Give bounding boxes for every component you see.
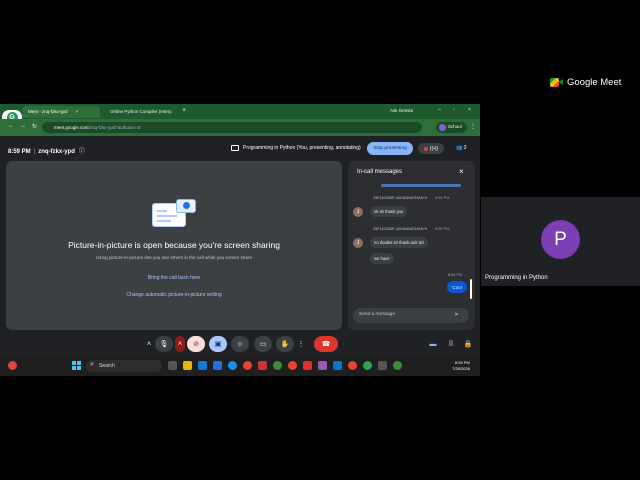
participant-avatar: P xyxy=(541,220,580,259)
maximize-icon[interactable]: ▫ xyxy=(453,107,455,113)
youtube-icon[interactable] xyxy=(303,361,312,370)
minimize-icon[interactable]: – xyxy=(438,107,441,113)
sender-avatar: J xyxy=(353,238,363,248)
google-meet-logo: Google Meet xyxy=(550,77,621,88)
taskbar-clock[interactable]: 8:59 PM 7/28/2026 xyxy=(452,360,470,372)
shared-screen: Meet - znq-fzkx-ypd × Online Python Compi… xyxy=(0,104,480,376)
info-icon[interactable]: ⓘ xyxy=(79,149,85,155)
broadcast-icon: ((•)) xyxy=(429,145,439,152)
chat-title: In-call messages xyxy=(357,169,403,175)
tab-python-label: Online Python Compiler (Interp xyxy=(110,109,172,114)
message-sender: 25F110005P JAGANNATHAN N 8:54 PM xyxy=(373,196,450,200)
menu-icon[interactable]: ⋮ xyxy=(470,123,476,130)
chrome-icon-3[interactable] xyxy=(348,361,357,370)
change-pip-setting-link[interactable]: Change automatic picture-in-picture sett… xyxy=(6,292,342,298)
meeting-code: znq-fzkx-ypd xyxy=(38,149,75,155)
reload-icon[interactable]: ↻ xyxy=(32,123,37,130)
address-bar[interactable]: meet.google.com/znq-fzkx-ypd?authuser=0 xyxy=(42,122,422,133)
chrome-icon-2[interactable] xyxy=(288,361,297,370)
url-host: meet.google.com xyxy=(54,125,89,130)
ask-gemini-button[interactable]: Ask Gemini xyxy=(390,108,413,113)
raise-hand-icon[interactable]: ✋ xyxy=(276,336,294,352)
bring-call-back-link[interactable]: Bring the call back here xyxy=(6,275,342,281)
profile-chip[interactable]: School xyxy=(436,122,467,133)
chat-scroll-indicator[interactable] xyxy=(381,184,461,187)
people-icon: 👥 xyxy=(456,145,463,151)
meeting-time-code: 8:59 PM | znq-fzkx-ypd ⓘ xyxy=(8,149,85,155)
app-icon-gray[interactable] xyxy=(378,361,387,370)
chat-message: we have xyxy=(370,253,394,264)
present-screen-icon[interactable]: ▣ xyxy=(209,336,227,352)
app-icon-blue[interactable] xyxy=(333,361,342,370)
pip-notice-card: Picture-in-picture is open because you'r… xyxy=(6,161,342,330)
close-icon[interactable]: × xyxy=(459,167,464,176)
chrome-icon-4[interactable] xyxy=(363,361,372,370)
pip-title: Picture-in-picture is open because you'r… xyxy=(68,240,280,250)
meet-camera-icon xyxy=(550,77,563,88)
app-icon[interactable] xyxy=(213,361,222,370)
leave-call-icon[interactable]: ☎ xyxy=(314,336,338,352)
more-options-icon[interactable]: ⋮ xyxy=(296,336,306,352)
app-icon-purple[interactable] xyxy=(318,361,327,370)
record-dot-icon xyxy=(423,146,428,151)
chat-icon[interactable]: ▬ xyxy=(426,336,440,352)
weather-icon[interactable] xyxy=(8,361,17,370)
chat-scrollbar[interactable] xyxy=(470,279,472,299)
file-explorer-icon[interactable] xyxy=(183,361,192,370)
camera-options-chevron-icon[interactable]: ˄ xyxy=(175,336,185,352)
chat-message: no doubts sir thank asir sir! xyxy=(370,237,429,248)
tab-meet[interactable]: Meet - znq-fzkx-ypd × xyxy=(22,106,100,118)
call-controls: ˄ 🎙 ˄ ⊘ ▣ ☺ ▭ ✋ ⋮ ☎ ▬ ⠿ 🔒 xyxy=(0,336,480,352)
my-chat-message: Cool xyxy=(447,281,467,293)
new-tab-icon[interactable]: + xyxy=(182,107,186,114)
pip-illustration-icon xyxy=(152,199,198,227)
store-icon[interactable] xyxy=(198,361,207,370)
mic-icon[interactable]: 🎙 xyxy=(155,336,173,352)
activities-icon[interactable]: ⠿ xyxy=(444,336,458,352)
google-meet-label: Google Meet xyxy=(567,77,622,88)
app-icon-red[interactable] xyxy=(258,361,267,370)
stop-presenting-button[interactable]: Stop presenting xyxy=(367,142,413,155)
my-message-time: 8:59 PM xyxy=(448,273,463,277)
sender-avatar: J xyxy=(353,207,363,217)
chat-panel: In-call messages × 25F110005P JAGANNATHA… xyxy=(348,161,475,330)
taskbar: Search 8:59 PM 7/28/2026 xyxy=(0,356,480,376)
task-view-icon[interactable] xyxy=(168,361,177,370)
participant-name: Programming in Python xyxy=(485,275,548,281)
emoji-icon[interactable]: ☺ xyxy=(231,336,249,352)
chrome-profile-icon[interactable] xyxy=(273,361,282,370)
participant-count-value: 3 xyxy=(463,145,467,151)
back-icon[interactable]: ← xyxy=(8,123,14,129)
url-path: /znq-fzkx-ypd?authuser=0 xyxy=(88,125,141,130)
clock-date: 7/28/2026 xyxy=(452,366,470,371)
chat-message: ok sir thank you xyxy=(370,206,408,217)
pip-subtitle: Using picture-in-picture lets you see ot… xyxy=(95,255,252,260)
send-icon[interactable]: ➤ xyxy=(454,311,459,318)
mic-options-chevron-icon[interactable]: ˄ xyxy=(144,336,154,352)
forward-icon[interactable]: → xyxy=(20,123,26,129)
desktop-viewport: { "meet_brand": { "label": "Google Meet"… xyxy=(0,0,640,480)
captions-icon[interactable]: ▭ xyxy=(254,336,272,352)
close-icon[interactable]: × xyxy=(76,109,79,114)
browser-tab-strip: Meet - znq-fzkx-ypd × Online Python Compi… xyxy=(0,104,480,119)
presenting-status: Programming in Python (You, presenting, … xyxy=(231,145,361,151)
taskbar-search[interactable]: Search xyxy=(86,360,162,372)
tab-meet-label: Meet - znq-fzkx-ypd xyxy=(28,109,68,114)
chat-message-input[interactable]: Send a message xyxy=(353,308,469,323)
presenting-text: Programming in Python (You, presenting, … xyxy=(243,145,361,151)
participants-count[interactable]: 👥 3 xyxy=(456,145,466,151)
camera-off-icon[interactable]: ⊘ xyxy=(187,336,205,352)
meeting-time: 8:59 PM xyxy=(8,149,31,155)
close-window-icon[interactable]: × xyxy=(468,107,471,113)
windows-start-icon[interactable] xyxy=(72,361,81,370)
chrome-icon[interactable] xyxy=(243,361,252,370)
edge-icon[interactable] xyxy=(228,361,237,370)
present-screen-icon xyxy=(231,145,239,151)
tab-python-compiler[interactable]: Online Python Compiler (Interp xyxy=(104,106,178,118)
recording-indicator[interactable]: ((•)) xyxy=(418,143,444,154)
chrome-icon-5[interactable] xyxy=(393,361,402,370)
message-sender: 25F110005P JAGANNATHAN N 8:59 PM xyxy=(373,227,450,231)
browser-toolbar: ← → ↻ meet.google.com/znq-fzkx-ypd?authu… xyxy=(0,119,480,136)
host-controls-icon[interactable]: 🔒 xyxy=(461,336,475,352)
